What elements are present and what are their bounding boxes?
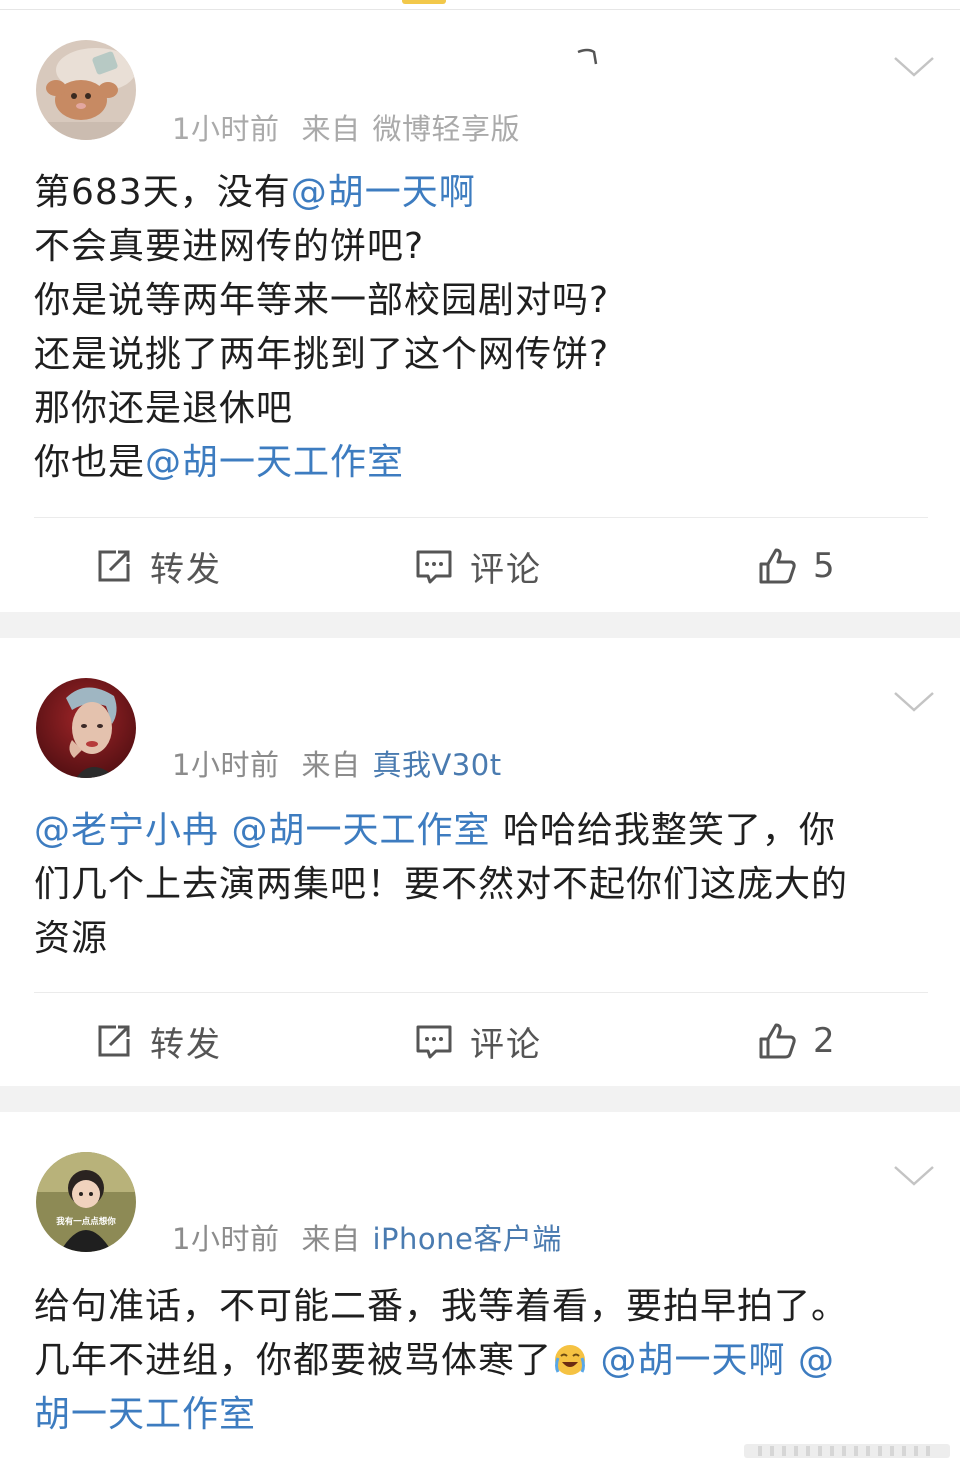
post-card-2[interactable]: 1小时前 来自 真我V30t @老宁小冉 @胡一天工作室 哈哈给我整笑了，你们几个上…: [0, 638, 960, 1086]
cry-laugh-emoji: [552, 1340, 588, 1381]
text-segment: 资源: [34, 918, 109, 959]
avatar[interactable]: 我有一点点想你: [36, 1152, 136, 1252]
text-line: 们几个上去演两集吧！要不然对不起你们这庞大的: [34, 858, 924, 912]
post-from: 来自: [301, 748, 361, 782]
repost-label: 转发: [150, 1024, 222, 1065]
like-count: 5: [813, 546, 835, 586]
divider: [34, 992, 928, 993]
text-segment: 给句准话，不可能二番，我等着看，要拍早拍了。: [34, 1286, 849, 1327]
post-meta: 1小时前 来自 iPhone客户端: [172, 1216, 562, 1258]
divider: [34, 517, 928, 518]
action-bar: 转发 评论 2: [0, 1011, 960, 1071]
text-segment: 哈哈给我整笑了，你: [490, 810, 836, 851]
text-segment: 你是说等两年等来一部校园剧对吗?: [34, 280, 610, 321]
chevron-down-icon[interactable]: [893, 55, 935, 79]
like-button[interactable]: 2: [757, 1011, 835, 1071]
repost-label: 转发: [150, 549, 222, 590]
comment-button[interactable]: 评论: [414, 1011, 542, 1071]
post-time: 1小时前: [172, 748, 280, 782]
text-line: 第683天，没有@胡一天啊: [34, 166, 924, 220]
mention-link[interactable]: 胡一天工作室: [34, 1394, 256, 1435]
avatar[interactable]: [36, 40, 136, 140]
text-segment: 还是说挑了两年挑到了这个网传饼?: [34, 334, 610, 375]
post-meta: 1小时前 来自 真我V30t: [172, 742, 502, 784]
decoration-stroke: [577, 48, 598, 65]
text-line: 还是说挑了两年挑到了这个网传饼?: [34, 328, 924, 382]
post-time: 1小时前: [172, 112, 280, 146]
text-segment: 不会真要进网传的饼吧?: [34, 226, 425, 267]
text-segment: 几年不进组，你都要被骂体寒了: [34, 1340, 553, 1381]
like-button[interactable]: 5: [757, 536, 835, 596]
comment-bubble-icon: [416, 550, 452, 584]
post-source[interactable]: 微博轻享版: [372, 112, 520, 146]
tab-indicator: [402, 0, 446, 4]
thumbs-up-icon: [759, 548, 796, 584]
text-segment: [588, 1340, 600, 1381]
post-source[interactable]: 真我V30t: [372, 748, 501, 782]
text-line: 不会真要进网传的饼吧?: [34, 220, 924, 274]
text-segment: 第683天，没有: [34, 172, 291, 213]
text-segment: [785, 1340, 797, 1381]
text-line: 你也是@胡一天工作室: [34, 436, 924, 490]
comment-label: 评论: [470, 549, 542, 590]
avatar[interactable]: [36, 678, 136, 778]
like-count: 2: [813, 1021, 835, 1061]
mention-link[interactable]: @: [798, 1340, 835, 1381]
scroll-indicator: [744, 1444, 950, 1458]
text-line: 胡一天工作室: [34, 1388, 924, 1442]
post-text: 给句准话，不可能二番，我等着看，要拍早拍了。 几年不进组，你都要被骂体寒了 @胡一…: [34, 1280, 924, 1442]
comment-bubble-icon: [416, 1025, 452, 1059]
chevron-down-icon[interactable]: [893, 1164, 935, 1188]
comment-label: 评论: [470, 1024, 542, 1065]
action-bar: 转发 评论 5: [0, 536, 960, 596]
repost-button[interactable]: 转发: [94, 1011, 222, 1071]
share-square-icon: [98, 1025, 130, 1057]
text-line: @老宁小冉 @胡一天工作室 哈哈给我整笑了，你: [34, 804, 924, 858]
top-strip: [0, 0, 960, 10]
post-text: @老宁小冉 @胡一天工作室 哈哈给我整笑了，你们几个上去演两集吧！要不然对不起你…: [34, 804, 924, 966]
text-segment: 们几个上去演两集吧！要不然对不起你们这庞大的: [34, 864, 849, 905]
text-line: 那你还是退休吧: [34, 382, 924, 436]
mention-link[interactable]: @老宁小冉: [34, 810, 219, 851]
text-line: 资源: [34, 912, 924, 966]
text-segment: [219, 810, 231, 851]
text-line: 你是说等两年等来一部校园剧对吗?: [34, 274, 924, 328]
post-text: 第683天，没有@胡一天啊不会真要进网传的饼吧? 你是说等两年等来一部校园剧对吗?…: [34, 166, 924, 490]
text-segment: 那你还是退休吧: [34, 388, 294, 429]
mention-link[interactable]: @胡一天工作室: [145, 442, 404, 483]
text-segment: 你也是: [34, 442, 146, 483]
post-time: 1小时前: [172, 1222, 280, 1256]
post-from: 来自: [301, 112, 361, 146]
text-line: 给句准话，不可能二番，我等着看，要拍早拍了。: [34, 1280, 924, 1334]
post-source[interactable]: iPhone客户端: [372, 1222, 561, 1256]
post-card-1[interactable]: 1小时前 来自 微博轻享版 第683天，没有@胡一天啊不会真要进网传的饼吧? 你是说等…: [0, 10, 960, 612]
avatar-caption: 我有一点点想你: [56, 1216, 116, 1227]
chevron-down-icon[interactable]: [893, 690, 935, 714]
post-meta: 1小时前 来自 微博轻享版: [172, 106, 520, 148]
text-line: 几年不进组，你都要被骂体寒了 @胡一天啊 @: [34, 1334, 924, 1388]
mention-link[interactable]: @胡一天啊: [291, 172, 476, 213]
repost-button[interactable]: 转发: [94, 536, 222, 596]
mention-link[interactable]: @胡一天工作室: [231, 810, 490, 851]
comment-button[interactable]: 评论: [414, 536, 542, 596]
thumbs-up-icon: [759, 1023, 796, 1059]
post-from: 来自: [301, 1222, 361, 1256]
post-card-3[interactable]: 我有一点点想你 1小时前 来自 iPhone客户端 给句准话，不可能二番，我等着看，…: [0, 1112, 960, 1472]
share-square-icon: [98, 550, 130, 582]
mention-link[interactable]: @胡一天啊: [600, 1340, 785, 1381]
